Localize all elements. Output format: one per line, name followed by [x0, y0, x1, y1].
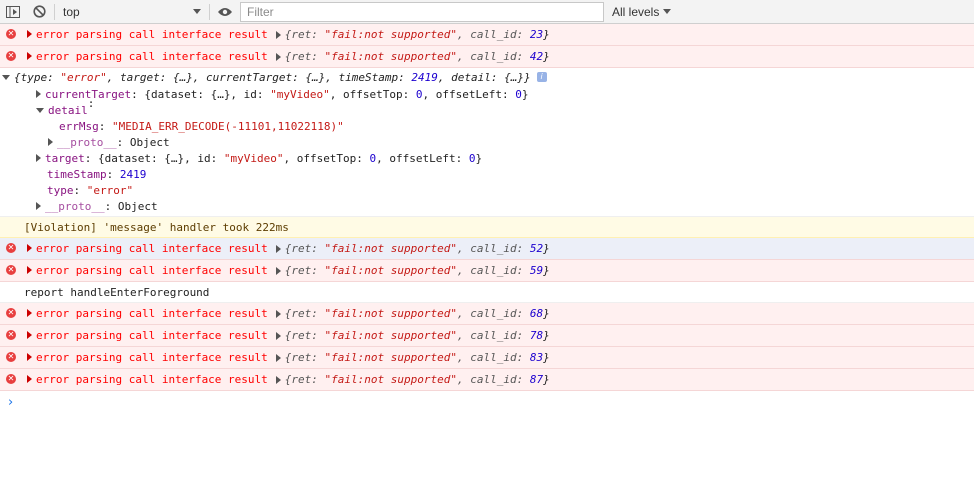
property-timeStamp: timeStamp: 2419 [47, 167, 147, 181]
expand-triangle-icon[interactable] [27, 353, 32, 361]
console-messages: ✕ error parsing call interface result {r… [0, 24, 974, 413]
expanded-event-object: {type: "error", target: {…}, currentTarg… [0, 68, 974, 217]
property-errMsg: errMsg: "MEDIA_ERR_DECODE(-11101,1102211… [59, 119, 344, 133]
expand-triangle-icon[interactable] [275, 375, 281, 384]
error-object[interactable]: {ret: "fail:not supported", call_id: 42} [275, 50, 550, 63]
property-type: type: "error" [47, 183, 134, 197]
error-icon: ✕ [6, 243, 16, 253]
info-icon[interactable]: i [536, 72, 547, 82]
toolbar-divider [209, 3, 210, 20]
log-message: report handleEnterForeground [0, 282, 974, 303]
sidebar-toggle-button[interactable] [0, 0, 26, 24]
live-expression-button[interactable] [212, 0, 238, 24]
filter-input[interactable] [240, 1, 604, 22]
property-target[interactable]: target: {dataset: {…}, id: "myVideo", of… [0, 150, 974, 166]
error-message[interactable]: ✕ error parsing call interface result {r… [0, 369, 974, 391]
error-message[interactable]: ✕ error parsing call interface result {r… [0, 260, 974, 282]
error-message[interactable]: ✕ error parsing call interface result {r… [0, 24, 974, 46]
expand-triangle-icon[interactable] [27, 52, 32, 60]
expand-triangle-icon[interactable] [36, 202, 41, 210]
error-object[interactable]: {ret: "fail:not supported", call_id: 68} [275, 307, 550, 320]
expand-triangle-icon[interactable] [36, 90, 41, 98]
clear-console-button[interactable] [26, 0, 52, 24]
expand-triangle-icon[interactable] [275, 331, 281, 340]
block-icon [32, 5, 46, 18]
expand-triangle-icon[interactable] [275, 353, 281, 362]
expand-triangle-icon[interactable] [275, 52, 281, 61]
error-text: error parsing call interface result [36, 351, 268, 364]
error-text: error parsing call interface result [36, 373, 268, 386]
error-message[interactable]: ✕ error parsing call interface result {r… [0, 238, 974, 260]
error-icon: ✕ [6, 330, 16, 340]
expand-triangle-icon[interactable] [27, 309, 32, 317]
prompt-chevron-icon: › [8, 394, 14, 410]
violation-text: [Violation] 'message' handler took 222ms [24, 220, 289, 234]
error-text: error parsing call interface result [36, 264, 268, 277]
expand-triangle-icon[interactable] [27, 331, 32, 339]
collapse-triangle-icon[interactable] [36, 107, 44, 113]
error-object[interactable]: {ret: "fail:not supported", call_id: 78} [275, 329, 550, 342]
log-levels-label: All levels [612, 4, 660, 19]
expand-triangle-icon[interactable] [27, 266, 32, 274]
object-summary[interactable]: {type: "error", target: {…}, currentTarg… [0, 68, 974, 86]
error-icon: ✕ [6, 51, 16, 61]
property-proto[interactable]: __proto__: Object [0, 198, 974, 214]
error-message[interactable]: ✕ error parsing call interface result {r… [0, 46, 974, 68]
error-text: error parsing call interface result [36, 50, 268, 63]
expand-triangle-icon[interactable] [27, 375, 32, 383]
error-text: error parsing call interface result [36, 307, 268, 320]
expand-triangle-icon[interactable] [275, 309, 281, 318]
expand-triangle-icon[interactable] [48, 138, 53, 146]
console-toolbar: top All levels [0, 0, 974, 24]
error-message[interactable]: ✕ error parsing call interface result {r… [0, 347, 974, 369]
error-text: error parsing call interface result [36, 242, 268, 255]
error-message[interactable]: ✕ error parsing call interface result {r… [0, 303, 974, 325]
collapse-triangle-icon[interactable] [2, 74, 10, 80]
context-label: top [63, 4, 80, 19]
expand-triangle-icon[interactable] [275, 30, 281, 39]
error-object[interactable]: {ret: "fail:not supported", call_id: 23} [275, 28, 550, 41]
error-icon: ✕ [6, 29, 16, 39]
error-icon: ✕ [6, 352, 16, 362]
error-icon: ✕ [6, 265, 16, 275]
dropdown-arrow-icon [193, 8, 201, 14]
error-object[interactable]: {ret: "fail:not supported", call_id: 52} [275, 242, 550, 255]
log-text: report handleEnterForeground [24, 285, 210, 299]
property-proto[interactable]: __proto__: Object [0, 134, 974, 150]
error-object[interactable]: {ret: "fail:not supported", call_id: 59} [275, 264, 550, 277]
property-currentTarget[interactable]: currentTarget: {dataset: {…}, id: "myVid… [0, 86, 974, 102]
sidebar-icon [6, 5, 20, 18]
property-detail[interactable]: detail: [0, 97, 974, 118]
eye-icon [218, 7, 232, 16]
violation-message: [Violation] 'message' handler took 222ms [0, 217, 974, 238]
error-object[interactable]: {ret: "fail:not supported", call_id: 87} [275, 373, 550, 386]
error-icon: ✕ [6, 374, 16, 384]
error-message[interactable]: ✕ error parsing call interface result {r… [0, 325, 974, 347]
error-icon: ✕ [6, 308, 16, 318]
expand-triangle-icon[interactable] [27, 30, 32, 38]
expand-triangle-icon[interactable] [275, 244, 281, 253]
toolbar-divider [54, 3, 55, 20]
error-text: error parsing call interface result [36, 28, 268, 41]
expand-triangle-icon[interactable] [275, 266, 281, 275]
error-text: error parsing call interface result [36, 329, 268, 342]
context-selector[interactable]: top [57, 1, 207, 23]
console-prompt[interactable]: › [0, 391, 974, 413]
error-object[interactable]: {ret: "fail:not supported", call_id: 83} [275, 351, 550, 364]
dropdown-arrow-icon [663, 8, 672, 14]
expand-triangle-icon[interactable] [36, 154, 41, 162]
log-levels-dropdown[interactable]: All levels [612, 4, 672, 19]
expand-triangle-icon[interactable] [27, 244, 32, 252]
